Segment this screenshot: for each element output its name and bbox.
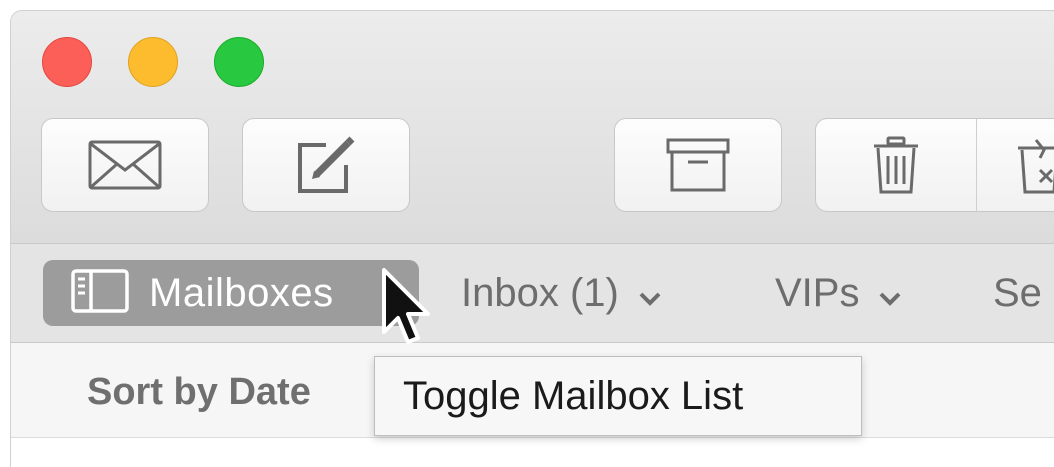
tooltip-text: Toggle Mailbox List xyxy=(403,373,744,418)
delete-button[interactable] xyxy=(816,119,977,211)
sort-by-date-button[interactable]: Sort by Date xyxy=(87,371,311,414)
sidebar-icon xyxy=(71,268,129,318)
minimize-window-button[interactable] xyxy=(128,37,178,87)
chevron-down-icon xyxy=(639,271,661,316)
trash-icon xyxy=(872,136,920,194)
delete-junk-button-group xyxy=(815,118,1054,212)
toolbar xyxy=(11,11,1054,243)
favorite-inbox-label: Inbox (1) xyxy=(461,270,619,315)
junk-button[interactable] xyxy=(976,119,1054,211)
favorite-sent[interactable]: Se xyxy=(993,260,1042,326)
mailboxes-toggle-button[interactable]: Mailboxes xyxy=(43,260,419,326)
favorite-vips-label: VIPs xyxy=(775,270,860,315)
tooltip: Toggle Mailbox List xyxy=(374,356,862,436)
get-mail-button[interactable] xyxy=(41,118,209,212)
envelope-icon xyxy=(88,140,162,190)
junk-icon xyxy=(1016,136,1054,194)
compose-button[interactable] xyxy=(242,118,410,212)
close-window-button[interactable] xyxy=(42,37,92,87)
favorite-sent-label: Se xyxy=(993,270,1042,315)
zoom-window-button[interactable] xyxy=(214,37,264,87)
archive-button[interactable] xyxy=(614,118,782,212)
mouse-pointer-icon xyxy=(380,268,440,359)
favorite-vips[interactable]: VIPs xyxy=(775,260,901,326)
favorite-inbox[interactable]: Inbox (1) xyxy=(461,260,661,326)
archive-box-icon xyxy=(666,138,730,192)
mailboxes-label: Mailboxes xyxy=(149,270,334,315)
compose-icon xyxy=(296,135,356,195)
chevron-down-icon xyxy=(879,271,901,316)
favorites-bar: Mailboxes Inbox (1) VIPs Se xyxy=(11,243,1054,343)
